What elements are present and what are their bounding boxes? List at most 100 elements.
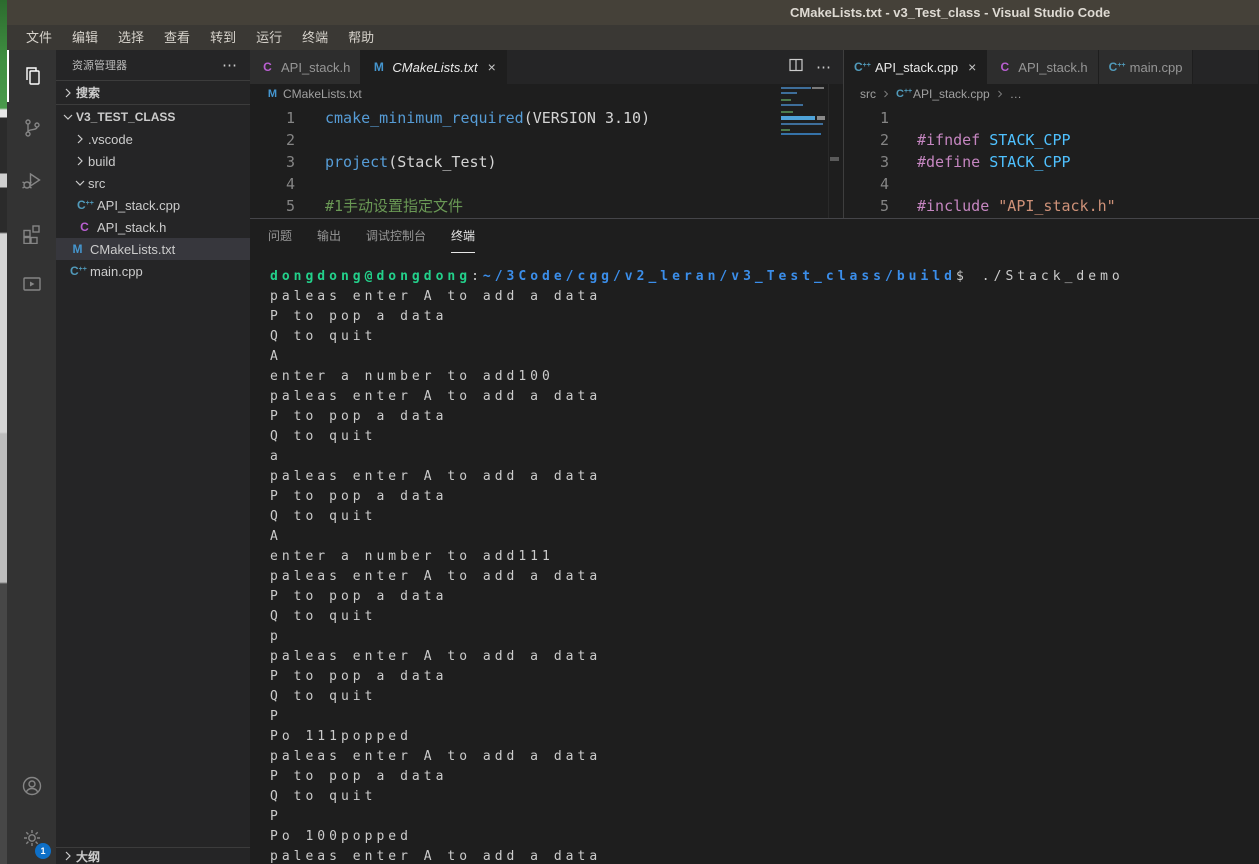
menu-help[interactable]: 帮助 <box>338 25 384 50</box>
cpp-file-icon: C <box>77 198 92 212</box>
code-line: 5 #1手动设置指定文件 <box>285 197 464 215</box>
more-actions-icon[interactable]: ⋯ <box>816 58 831 76</box>
panel-tab-problems[interactable]: 问题 <box>268 219 292 253</box>
code-line: 3 #define STACK_CPP <box>879 153 1071 171</box>
terminal-line: P to pop a data <box>270 589 448 604</box>
source-control-icon[interactable] <box>7 102 56 154</box>
cpp-file-icon: C <box>70 264 85 278</box>
chevron-right-icon <box>60 848 76 864</box>
editor-groups: C API_stack.h M CMakeLists.txt × ⋯ M CMa… <box>250 50 1259 218</box>
close-icon[interactable]: × <box>968 59 976 75</box>
menu-bar: 文件 编辑 选择 查看 转到 运行 终端 帮助 <box>7 25 1259 50</box>
menu-terminal[interactable]: 终端 <box>292 25 338 50</box>
desktop-background-strip <box>0 0 7 864</box>
editor-scrollbar[interactable] <box>828 84 843 218</box>
terminal-line: paleas enter A to add a data <box>270 569 602 584</box>
explorer-icon[interactable] <box>7 50 56 102</box>
terminal-line: p <box>270 629 282 644</box>
settings-gear-icon[interactable]: 1 <box>7 812 56 864</box>
menu-view[interactable]: 查看 <box>154 25 200 50</box>
menu-edit[interactable]: 编辑 <box>62 25 108 50</box>
tab-main-cpp[interactable]: C main.cpp <box>1098 50 1194 84</box>
cpp-file-icon: C <box>896 88 909 100</box>
terminal-line: A <box>270 529 282 544</box>
terminal-line: Po 100popped <box>270 829 412 844</box>
menu-go[interactable]: 转到 <box>200 25 246 50</box>
sidebar-more-actions[interactable]: ⋯ <box>222 56 238 74</box>
terminal-line: paleas enter A to add a data <box>270 389 602 404</box>
cpp-file-icon: C <box>854 60 869 74</box>
breadcrumb-left[interactable]: M CMakeLists.txt <box>250 84 843 104</box>
terminal-line: paleas enter A to add a data <box>270 749 602 764</box>
tree-item-vscode[interactable]: .vscode <box>56 128 250 150</box>
editor-actions: ⋯ <box>788 50 843 84</box>
terminal-line: a <box>270 449 282 464</box>
terminal-line: Po 111popped <box>270 729 412 744</box>
tree-item-src[interactable]: src <box>56 172 250 194</box>
chevron-down-icon <box>72 175 88 191</box>
panel-tab-debug-console[interactable]: 调试控制台 <box>366 219 426 253</box>
tree-item-main-cpp[interactable]: C main.cpp <box>56 260 250 282</box>
editor-and-panel-area: C API_stack.h M CMakeLists.txt × ⋯ M CMa… <box>250 50 1259 864</box>
menu-run[interactable]: 运行 <box>246 25 292 50</box>
split-editor-icon[interactable] <box>788 57 804 78</box>
terminal-line: Q to quit <box>270 609 377 624</box>
code-editor-api-stack-cpp[interactable]: 1 2 #ifndef STACK_CPP 3 #define STACK_CPP … <box>844 104 1258 217</box>
tree-item-api-stack-h[interactable]: C API_stack.h <box>56 216 250 238</box>
tree-item-build[interactable]: build <box>56 150 250 172</box>
sidebar-title: 资源管理器 <box>72 60 127 72</box>
terminal-line: P to pop a data <box>270 769 448 784</box>
terminal-line: paleas enter A to add a data <box>270 849 602 864</box>
panel-tab-terminal[interactable]: 终端 <box>451 219 476 253</box>
editor-group-left: C API_stack.h M CMakeLists.txt × ⋯ M CMa… <box>250 50 844 218</box>
code-editor-cmakelists[interactable]: 1 cmake_minimum_required(VERSION 3.10) 2 … <box>250 104 843 217</box>
panel-tab-bar: 问题 输出 调试控制台 终端 <box>250 219 1259 253</box>
settings-badge: 1 <box>35 843 51 859</box>
terminal-line: P to pop a data <box>270 309 448 324</box>
code-line: 2 #ifndef STACK_CPP <box>879 131 1071 149</box>
code-line: 1 <box>879 109 889 127</box>
section-search[interactable]: 搜索 <box>56 80 250 104</box>
remote-explorer-icon[interactable] <box>7 258 56 310</box>
terminal-line: Q to quit <box>270 429 377 444</box>
bottom-panel: 问题 输出 调试控制台 终端 dongdong@dongdong:~/3Code… <box>250 218 1259 864</box>
minimap[interactable] <box>781 87 827 197</box>
terminal-line: Q to quit <box>270 789 377 804</box>
title-bar: CMakeLists.txt - v3_Test_class - Visual … <box>7 0 1259 25</box>
activity-bar-spacer <box>7 310 56 760</box>
close-icon[interactable]: × <box>488 59 496 75</box>
editor-group-right: C API_stack.cpp × C API_stack.h C main.c… <box>844 50 1258 218</box>
menu-selection[interactable]: 选择 <box>108 25 154 50</box>
run-debug-icon[interactable] <box>7 154 56 206</box>
scrollbar-thumb[interactable] <box>830 157 839 161</box>
account-icon[interactable] <box>7 760 56 812</box>
tab-api-stack-cpp[interactable]: C API_stack.cpp × <box>844 50 988 84</box>
code-line: 4 <box>285 175 295 193</box>
tab-cmakelists[interactable]: M CMakeLists.txt × <box>361 50 507 84</box>
cpp-file-icon: C <box>1109 60 1124 74</box>
tree-item-api-stack-cpp[interactable]: C API_stack.cpp <box>56 194 250 216</box>
tree-item-cmakelists[interactable]: M CMakeLists.txt <box>56 238 250 260</box>
tab-api-stack-h-right[interactable]: C API_stack.h <box>987 50 1099 84</box>
terminal-line: paleas enter A to add a data <box>270 289 602 304</box>
section-outline[interactable]: 大纲 <box>56 847 250 864</box>
activity-bar: 1 <box>7 50 56 864</box>
cmake-file-icon: M <box>72 242 83 256</box>
terminal-line: Q to quit <box>270 329 377 344</box>
window-title: CMakeLists.txt - v3_Test_class - Visual … <box>790 5 1111 20</box>
panel-tab-output[interactable]: 输出 <box>317 219 341 253</box>
chevron-right-icon <box>994 88 1006 100</box>
extensions-icon[interactable] <box>7 206 56 258</box>
terminal-line: enter a number to add100 <box>270 369 554 384</box>
chevron-right-icon <box>72 153 88 169</box>
terminal-output[interactable]: dongdong@dongdong:~/3Code/cgg/v2_leran/v… <box>250 253 1259 864</box>
terminal-line: P <box>270 809 282 824</box>
section-workspace-root[interactable]: V3_TEST_CLASS <box>56 104 250 128</box>
menu-file[interactable]: 文件 <box>16 25 62 50</box>
tab-api-stack-h[interactable]: C API_stack.h <box>250 50 362 84</box>
breadcrumb-right[interactable]: src C API_stack.cpp … <box>844 84 1258 104</box>
tab-bar-right: C API_stack.cpp × C API_stack.h C main.c… <box>844 50 1258 84</box>
terminal-prompt-line: dongdong@dongdong:~/3Code/cgg/v2_leran/v… <box>270 269 1124 284</box>
terminal-line: paleas enter A to add a data <box>270 469 602 484</box>
code-line: 3 project(Stack_Test) <box>285 153 497 171</box>
